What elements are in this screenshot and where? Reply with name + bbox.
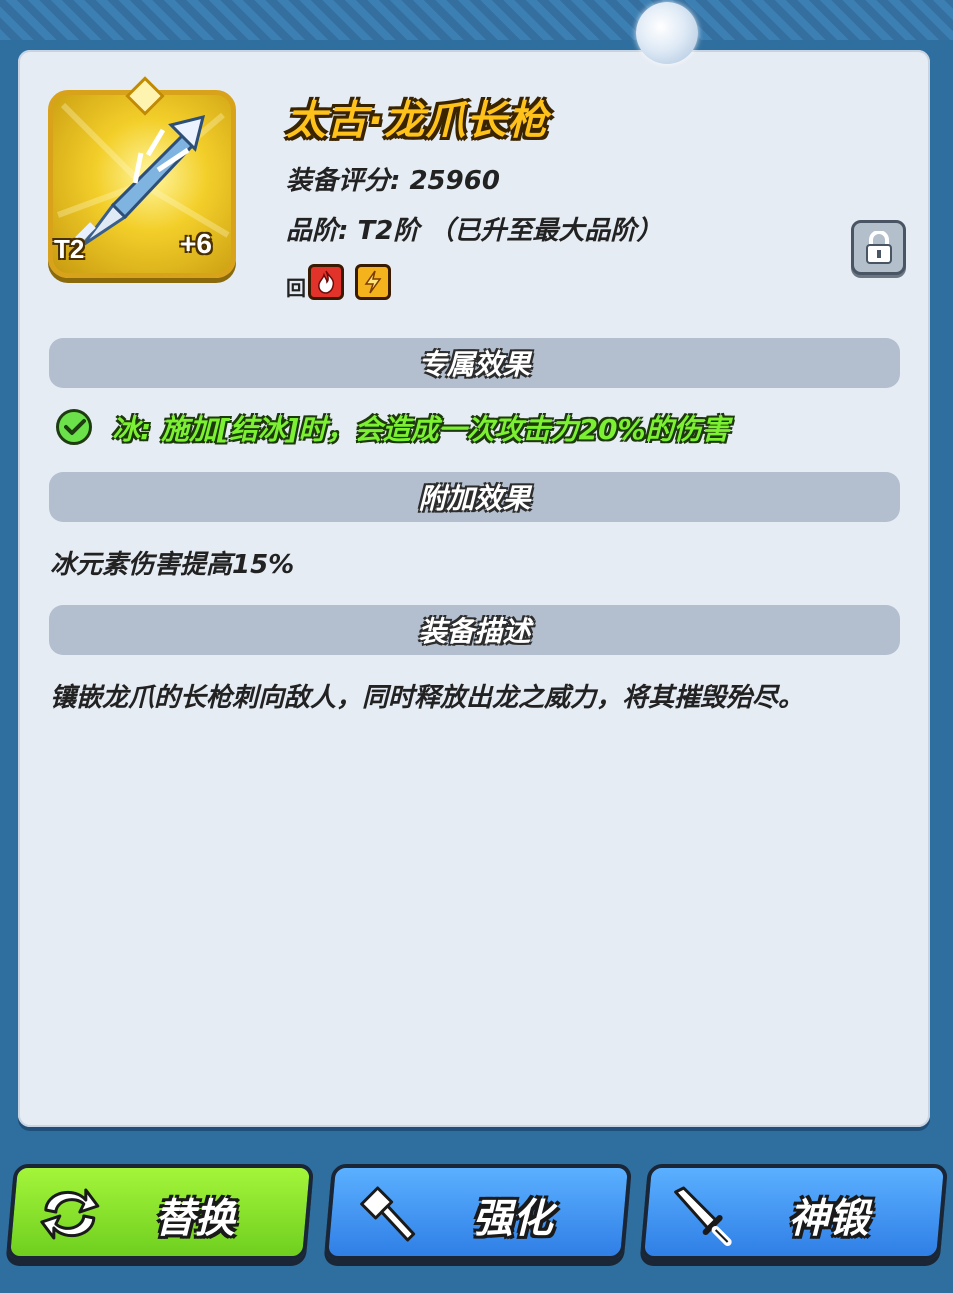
- exclusive-effect-text: 冰: 施加[结冰]时，会造成一次攻击力20%的伤害: [112, 413, 730, 446]
- enhance-level-badge: +6: [180, 228, 212, 259]
- enhance-button[interactable]: 强化: [323, 1164, 633, 1260]
- replace-button[interactable]: 替换: [5, 1164, 315, 1260]
- forge-button-label: 神锻: [788, 1196, 869, 1242]
- description-header: 装备描述: [49, 605, 900, 655]
- element-prefix: 回: [286, 276, 306, 300]
- top-frame: [0, 0, 953, 40]
- bonus-effect-header: 附加效果: [49, 472, 900, 522]
- tier-badge: T2: [54, 234, 85, 264]
- section-title: 附加效果: [418, 482, 531, 515]
- exclusive-effect-header: 专属效果: [49, 338, 900, 388]
- section-title: 装备描述: [418, 615, 531, 648]
- section-title: 专属效果: [418, 348, 531, 381]
- description-text: 镶嵌龙爪的长枪刺向敌人，同时释放出龙之威力，将其摧毁殆尽。: [50, 683, 805, 713]
- check-icon: [56, 409, 92, 445]
- glow-orb-icon: [636, 2, 698, 64]
- replace-button-label: 替换: [154, 1196, 235, 1242]
- lock-button[interactable]: [851, 220, 906, 275]
- fire-icon: [308, 264, 344, 300]
- enhance-button-label: 强化: [472, 1196, 553, 1242]
- bonus-effect-text: 冰元素伤害提高15%: [50, 550, 295, 580]
- item-tier: 品阶: T2阶 （已升至最大品阶）: [286, 216, 663, 246]
- item-name: 太古·龙爪长枪: [286, 98, 549, 144]
- forge-button[interactable]: 神锻: [639, 1164, 949, 1260]
- lock-icon: [866, 231, 892, 264]
- thunder-icon: [355, 264, 391, 300]
- equipment-score: 装备评分: 25960: [286, 166, 500, 196]
